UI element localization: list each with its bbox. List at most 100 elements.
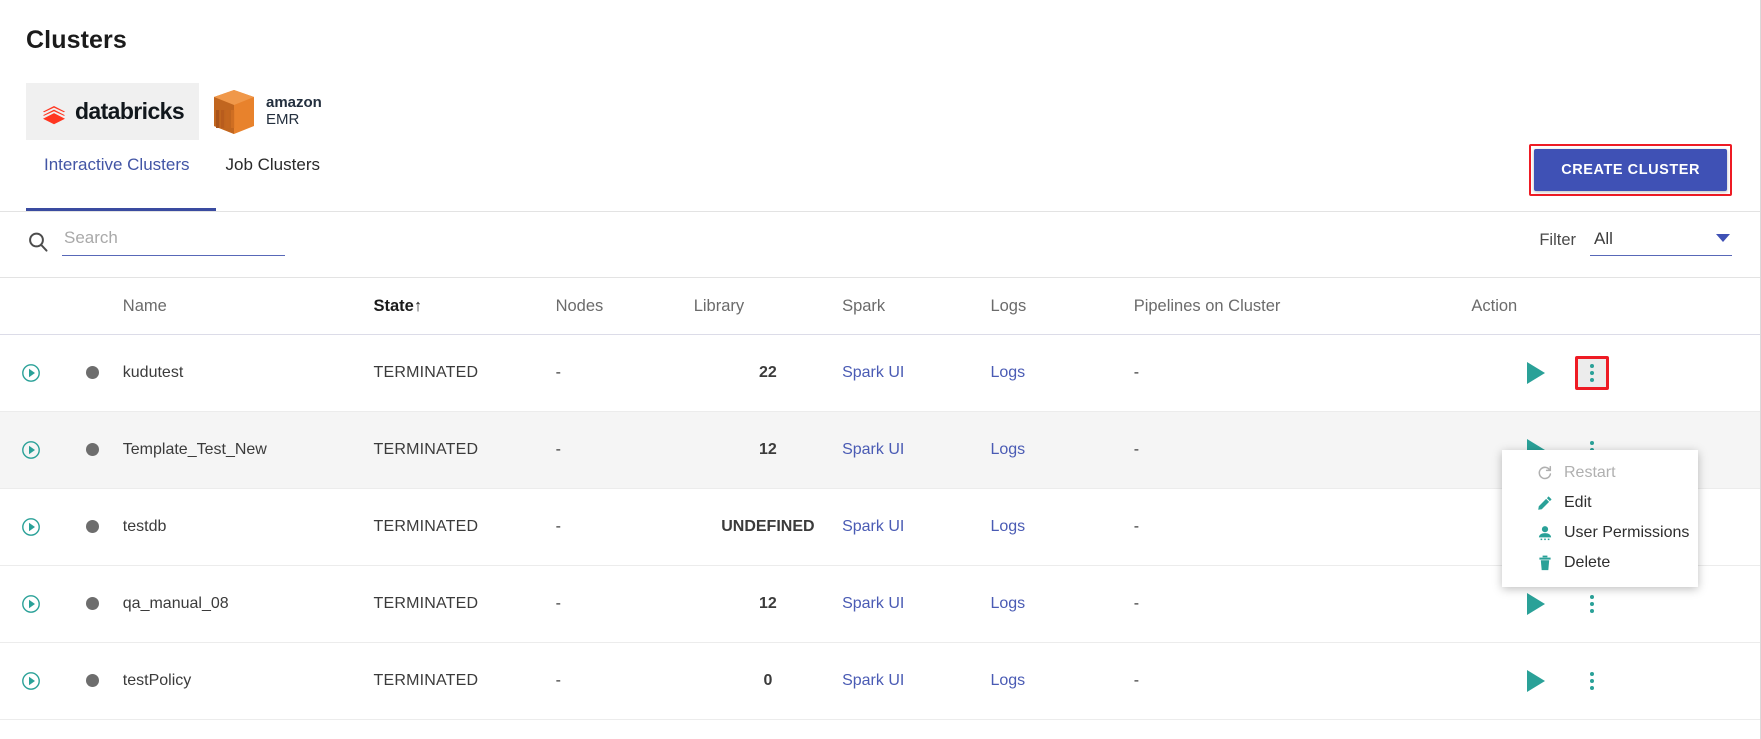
row-library: 22 bbox=[693, 334, 843, 412]
menu-item-restart: Restart bbox=[1502, 458, 1698, 488]
row-actions-menu-button[interactable] bbox=[1575, 587, 1609, 621]
spark-ui-link[interactable]: Spark UI bbox=[842, 595, 904, 612]
col-library[interactable]: Library bbox=[693, 278, 843, 335]
status-dot bbox=[85, 674, 99, 688]
menu-item-edit-label: Edit bbox=[1564, 494, 1592, 511]
clusters-page: Clusters databricks amazon EMR Interacti… bbox=[0, 0, 1761, 739]
tabs-divider bbox=[0, 211, 1760, 212]
expand-row-icon[interactable] bbox=[21, 440, 41, 460]
pencil-icon bbox=[1536, 495, 1553, 512]
row-state: TERMINATED bbox=[373, 411, 556, 489]
status-dot bbox=[85, 366, 99, 380]
table-header: Name State↑ Nodes Library Spark Logs Pip… bbox=[0, 278, 1760, 335]
cluster-tabs: Interactive Clusters Job Clusters bbox=[26, 155, 338, 191]
row-spark-cell: Spark UI bbox=[842, 411, 991, 489]
row-actions-menu-button[interactable] bbox=[1575, 356, 1610, 390]
row-status-cell bbox=[61, 334, 123, 412]
row-name[interactable]: kudutest bbox=[122, 334, 374, 412]
tab-job-clusters[interactable]: Job Clusters bbox=[208, 155, 338, 191]
databricks-icon bbox=[42, 105, 65, 124]
row-logs-cell: Logs bbox=[990, 334, 1134, 412]
col-logs[interactable]: Logs bbox=[990, 278, 1134, 335]
logs-link[interactable]: Logs bbox=[990, 672, 1025, 689]
row-status-cell bbox=[61, 488, 123, 566]
tab-interactive-clusters[interactable]: Interactive Clusters bbox=[26, 155, 208, 191]
table-row[interactable]: qa_manual_08 TERMINATED -12 Spark UI Logs - bbox=[0, 565, 1760, 643]
row-pipelines: - bbox=[1133, 488, 1472, 566]
table-row[interactable]: testdb TERMINATED - UNDEFINED Spark UI Logs - bbox=[0, 488, 1760, 566]
search-input[interactable] bbox=[62, 228, 285, 256]
expand-row-icon[interactable] bbox=[21, 363, 41, 383]
row-state: TERMINATED bbox=[373, 488, 556, 566]
provider-databricks[interactable]: databricks bbox=[26, 83, 199, 140]
row-logs-cell: Logs bbox=[990, 642, 1134, 720]
row-expand-cell bbox=[0, 565, 62, 643]
logs-link[interactable]: Logs bbox=[990, 595, 1025, 612]
col-state[interactable]: State↑ bbox=[373, 278, 556, 335]
start-cluster-button[interactable] bbox=[1527, 362, 1546, 384]
filter-select[interactable]: All bbox=[1590, 229, 1732, 256]
status-dot bbox=[85, 520, 99, 534]
logs-link[interactable]: Logs bbox=[990, 518, 1025, 535]
row-library: 12 bbox=[693, 411, 843, 489]
row-name[interactable]: Template_Test_New bbox=[122, 411, 374, 489]
menu-item-edit[interactable]: Edit bbox=[1502, 488, 1698, 518]
row-action-cell bbox=[1471, 642, 1760, 720]
logs-link[interactable]: Logs bbox=[990, 364, 1025, 381]
row-spark-cell: Spark UI bbox=[842, 642, 991, 720]
filter-control: Filter All bbox=[1539, 229, 1732, 256]
row-name[interactable]: testPolicy bbox=[122, 642, 374, 720]
provider-amazon-emr[interactable]: amazon EMR bbox=[211, 83, 322, 140]
spark-ui-link[interactable]: Spark UI bbox=[842, 441, 904, 458]
table-row[interactable]: testPolicy TERMINATED -0 Spark UI Logs - bbox=[0, 642, 1760, 720]
row-pipelines: - bbox=[1133, 334, 1472, 412]
amazon-emr-label: amazon EMR bbox=[266, 94, 322, 129]
row-logs-cell: Logs bbox=[990, 411, 1134, 489]
col-status bbox=[61, 278, 123, 335]
status-dot bbox=[85, 443, 99, 457]
start-cluster-button[interactable] bbox=[1527, 593, 1546, 615]
filter-selected-value: All bbox=[1594, 229, 1613, 248]
logs-link[interactable]: Logs bbox=[990, 441, 1025, 458]
expand-row-icon[interactable] bbox=[21, 671, 41, 691]
clusters-table: Name State↑ Nodes Library Spark Logs Pip… bbox=[0, 278, 1760, 720]
spark-ui-link[interactable]: Spark UI bbox=[842, 672, 904, 689]
menu-item-user-permissions-label: User Permissions bbox=[1564, 524, 1690, 541]
menu-item-restart-label: Restart bbox=[1564, 464, 1616, 481]
expand-row-icon[interactable] bbox=[21, 517, 41, 537]
row-name[interactable]: qa_manual_08 bbox=[122, 565, 374, 643]
table-body: kudutest TERMINATED -22 Spark UI Logs - Templa… bbox=[0, 334, 1760, 720]
row-library: 0 bbox=[693, 642, 843, 720]
search-icon[interactable] bbox=[26, 230, 50, 254]
row-action-cell bbox=[1471, 334, 1760, 412]
row-actions-menu-button[interactable] bbox=[1575, 664, 1609, 698]
filter-label: Filter bbox=[1539, 231, 1576, 249]
create-cluster-button[interactable]: CREATE CLUSTER bbox=[1534, 149, 1727, 191]
expand-row-icon[interactable] bbox=[21, 594, 41, 614]
table-row[interactable]: kudutest TERMINATED -22 Spark UI Logs - bbox=[0, 334, 1760, 412]
row-spark-cell: Spark UI bbox=[842, 488, 991, 566]
action-dropdown-menu: Restart Edit User Permissions Delete bbox=[1502, 450, 1698, 587]
page-title: Clusters bbox=[26, 26, 127, 54]
sort-asc-icon: ↑ bbox=[413, 297, 423, 315]
row-expand-cell bbox=[0, 488, 62, 566]
row-name[interactable]: testdb bbox=[122, 488, 374, 566]
row-status-cell bbox=[61, 411, 123, 489]
row-status-cell bbox=[61, 642, 123, 720]
spark-ui-link[interactable]: Spark UI bbox=[842, 364, 904, 381]
spark-ui-link[interactable]: Spark UI bbox=[842, 518, 904, 535]
col-spark[interactable]: Spark bbox=[842, 278, 991, 335]
col-name[interactable]: Name bbox=[122, 278, 374, 335]
col-nodes[interactable]: Nodes bbox=[555, 278, 694, 335]
row-state: TERMINATED bbox=[373, 642, 556, 720]
col-pipelines[interactable]: Pipelines on Cluster bbox=[1133, 278, 1472, 335]
row-spark-cell: Spark UI bbox=[842, 565, 991, 643]
restart-icon bbox=[1536, 465, 1553, 482]
table-row[interactable]: Template_Test_New TERMINATED -12 Spark UI Lo… bbox=[0, 411, 1760, 489]
menu-item-user-permissions[interactable]: User Permissions bbox=[1502, 518, 1698, 548]
start-cluster-button[interactable] bbox=[1527, 670, 1546, 692]
menu-item-delete[interactable]: Delete bbox=[1502, 548, 1698, 578]
row-library: 12 bbox=[693, 565, 843, 643]
row-spark-cell: Spark UI bbox=[842, 334, 991, 412]
row-nodes: - bbox=[555, 488, 694, 566]
